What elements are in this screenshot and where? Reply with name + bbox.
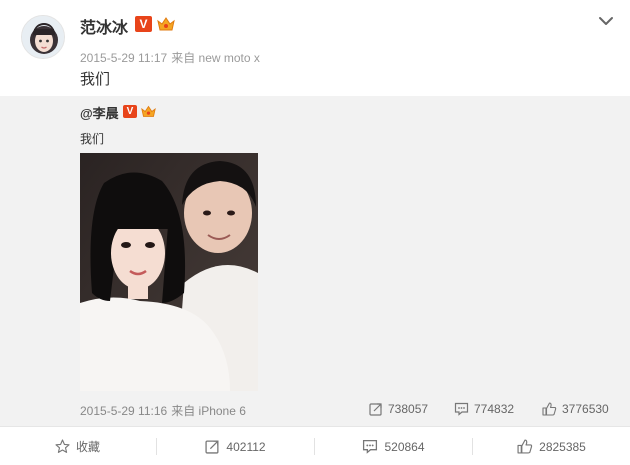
member-crown-icon[interactable] [156,15,176,33]
repost-like-count: 3776530 [562,402,609,416]
repost-like-button[interactable]: 3776530 [542,400,609,418]
repost-vip-badge: V [123,105,137,118]
post-text: 我们 [80,71,111,88]
like-count: 2825385 [539,439,586,454]
favorite-label: 收藏 [75,440,100,454]
post-date[interactable]: 2015-5-29 11:17 [80,51,167,65]
repost-meta: 2015-5-29 11:16 来自 iPhone 6 [80,402,246,419]
author-name[interactable]: 范冰冰 [80,14,128,38]
repost-forward-button[interactable]: 738057 [369,400,428,418]
comment-icon [454,402,469,416]
action-bar: 收藏 402112 520864 2825385 [0,426,630,465]
repost-author-name[interactable]: @李晨 [80,103,119,122]
repost-photo[interactable] [80,153,258,391]
repost-member-crown-icon[interactable] [140,104,157,119]
comment-icon [363,439,378,454]
repost-date[interactable]: 2015-5-29 11:16 [80,404,167,418]
forward-button[interactable]: 402112 [157,427,314,465]
thumbs-up-icon [542,402,557,416]
comment-count: 520864 [384,439,425,454]
repost-text: 我们 [80,132,105,146]
forward-icon [205,440,219,454]
favorite-button[interactable]: 收藏 [0,427,155,465]
avatar[interactable] [21,15,65,59]
post-source: 来自 new moto x [171,51,260,65]
vip-badge: V [135,16,152,32]
star-icon [55,439,70,453]
repost-source: 来自 iPhone 6 [171,404,246,418]
forward-icon [369,403,382,416]
thumbs-up-icon [517,439,533,454]
post-meta: 2015-5-29 11:17 来自 new moto x [80,49,260,66]
forward-count: 402112 [226,439,266,454]
repost-comment-button[interactable]: 774832 [454,400,514,418]
repost-forward-count: 738057 [388,402,429,416]
weibo-post: 范冰冰 V 2015-5-29 11:17 来自 new moto x 我们 @李… [0,0,630,465]
comment-button[interactable]: 520864 [315,427,472,465]
repost-comment-count: 774832 [474,402,515,416]
chevron-down-icon[interactable] [598,14,614,26]
like-button[interactable]: 2825385 [473,427,630,465]
